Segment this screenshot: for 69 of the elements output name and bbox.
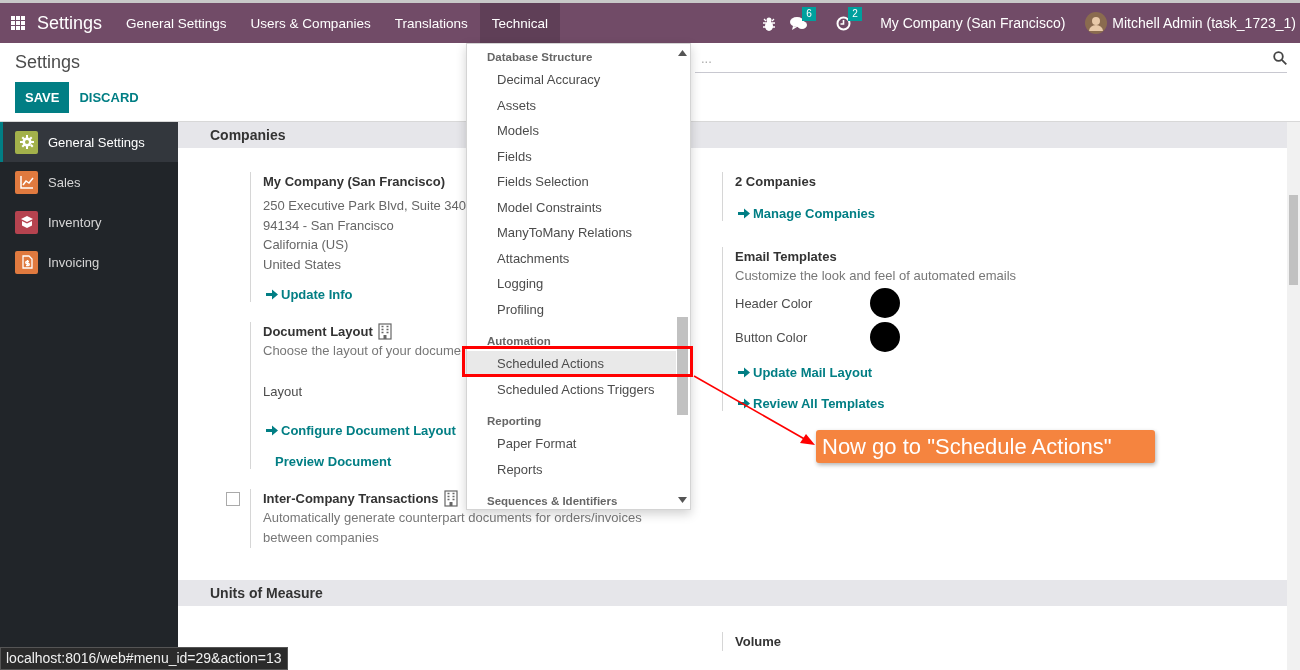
- menu-item[interactable]: Logging: [467, 271, 676, 297]
- setting-description: Automatically generate counterpart documents for orders/invoices between companies: [263, 509, 643, 547]
- setting-title: Document Layout: [263, 323, 373, 341]
- callout-label: Now go to "Schedule Actions": [816, 430, 1155, 463]
- avatar-icon: [1085, 12, 1108, 34]
- scrollbar-thumb[interactable]: [1289, 195, 1298, 285]
- scroll-up-icon[interactable]: [678, 50, 687, 56]
- link[interactable]: Update Mail Layout: [735, 365, 873, 380]
- menu-item[interactable]: Assets: [467, 92, 676, 118]
- menu-tab[interactable]: Users & Companies: [238, 3, 383, 43]
- link[interactable]: Manage Companies: [735, 206, 876, 221]
- menu-item[interactable]: Scheduled Actions Triggers: [467, 376, 676, 402]
- menu-item[interactable]: Model Constraints: [467, 194, 676, 220]
- scrollbar-thumb[interactable]: [677, 317, 688, 415]
- link[interactable]: Review All Templates: [735, 396, 885, 411]
- menu-item[interactable]: Paper Format: [467, 431, 676, 457]
- setting-description: Customize the look and feel of automated emails: [735, 267, 1017, 285]
- checkbox[interactable]: [226, 492, 240, 506]
- sidebar-item[interactable]: Inventory: [0, 202, 178, 242]
- menu-item[interactable]: Fields Selection: [467, 169, 676, 195]
- menu-group-header: Database Structure: [486, 50, 594, 65]
- sidebar-item[interactable]: Sales: [0, 162, 178, 202]
- field-label: Button Color: [735, 329, 809, 345]
- setting-description: Choose the layout of your docume: [263, 342, 461, 360]
- save-button[interactable]: SAVE: [15, 82, 70, 113]
- app-title: Settings: [37, 12, 103, 34]
- bug-icon[interactable]: [762, 15, 777, 31]
- menu-group-header: Automation: [486, 334, 552, 349]
- company-switcher[interactable]: My Company (San Francisco): [880, 15, 1066, 31]
- menu-item[interactable]: Scheduled Actions: [467, 351, 676, 377]
- color-swatch[interactable]: [870, 322, 900, 352]
- menu-item[interactable]: ManyToMany Relations: [467, 220, 676, 246]
- apps-menu-icon[interactable]: [11, 16, 25, 30]
- sidebar-item[interactable]: General Settings: [0, 122, 178, 162]
- sidebar-item[interactable]: Invoicing: [0, 242, 178, 282]
- setting-title: Volume: [735, 633, 781, 651]
- setting-title: 2 Companies: [735, 173, 816, 191]
- address-line: California (US): [263, 236, 349, 254]
- page-title: Settings: [15, 52, 81, 73]
- user-menu[interactable]: Mitchell Admin (task_1723_1): [1112, 15, 1296, 31]
- status-url: localhost:8016/web#menu_id=29&action=13: [0, 647, 288, 670]
- discard-button[interactable]: DISCARD: [69, 82, 149, 113]
- menu-tab[interactable]: General Settings: [114, 3, 239, 43]
- menu-group-header: Sequences & Identifiers: [486, 494, 619, 509]
- search-field[interactable]: ...: [695, 49, 1273, 67]
- menu-tab[interactable]: Translations: [382, 3, 480, 43]
- address-line: 250 Executive Park Blvd, Suite 340: [263, 197, 467, 215]
- link[interactable]: Update Info: [263, 287, 353, 302]
- setting-title: My Company (San Francisco): [263, 173, 446, 191]
- setting-title: Email Templates: [735, 248, 837, 266]
- menu-group-header: Reporting: [486, 414, 543, 429]
- color-swatch[interactable]: [870, 288, 900, 318]
- link[interactable]: Preview Document: [263, 454, 392, 469]
- clock-icon[interactable]: [836, 15, 852, 31]
- menu-tab[interactable]: Technical: [479, 3, 560, 43]
- menu-item[interactable]: Profiling: [467, 296, 676, 322]
- scroll-down-icon[interactable]: [678, 497, 687, 503]
- field-label: Layout: [263, 384, 304, 399]
- setting-title: Inter-Company Transactions: [263, 490, 439, 508]
- activity-count: 2: [848, 6, 862, 21]
- menu-item[interactable]: Attachments: [467, 245, 676, 271]
- address-line: United States: [263, 255, 342, 274]
- link[interactable]: Configure Document Layout: [263, 423, 456, 438]
- field-label: Header Color: [735, 295, 814, 311]
- message-count: 6: [802, 6, 816, 21]
- menu-item[interactable]: Reports: [467, 456, 676, 482]
- menu-item[interactable]: Decimal Accuracy: [467, 67, 676, 93]
- search-icon[interactable]: [1273, 51, 1287, 65]
- address-line: 94134 - San Francisco: [263, 216, 394, 235]
